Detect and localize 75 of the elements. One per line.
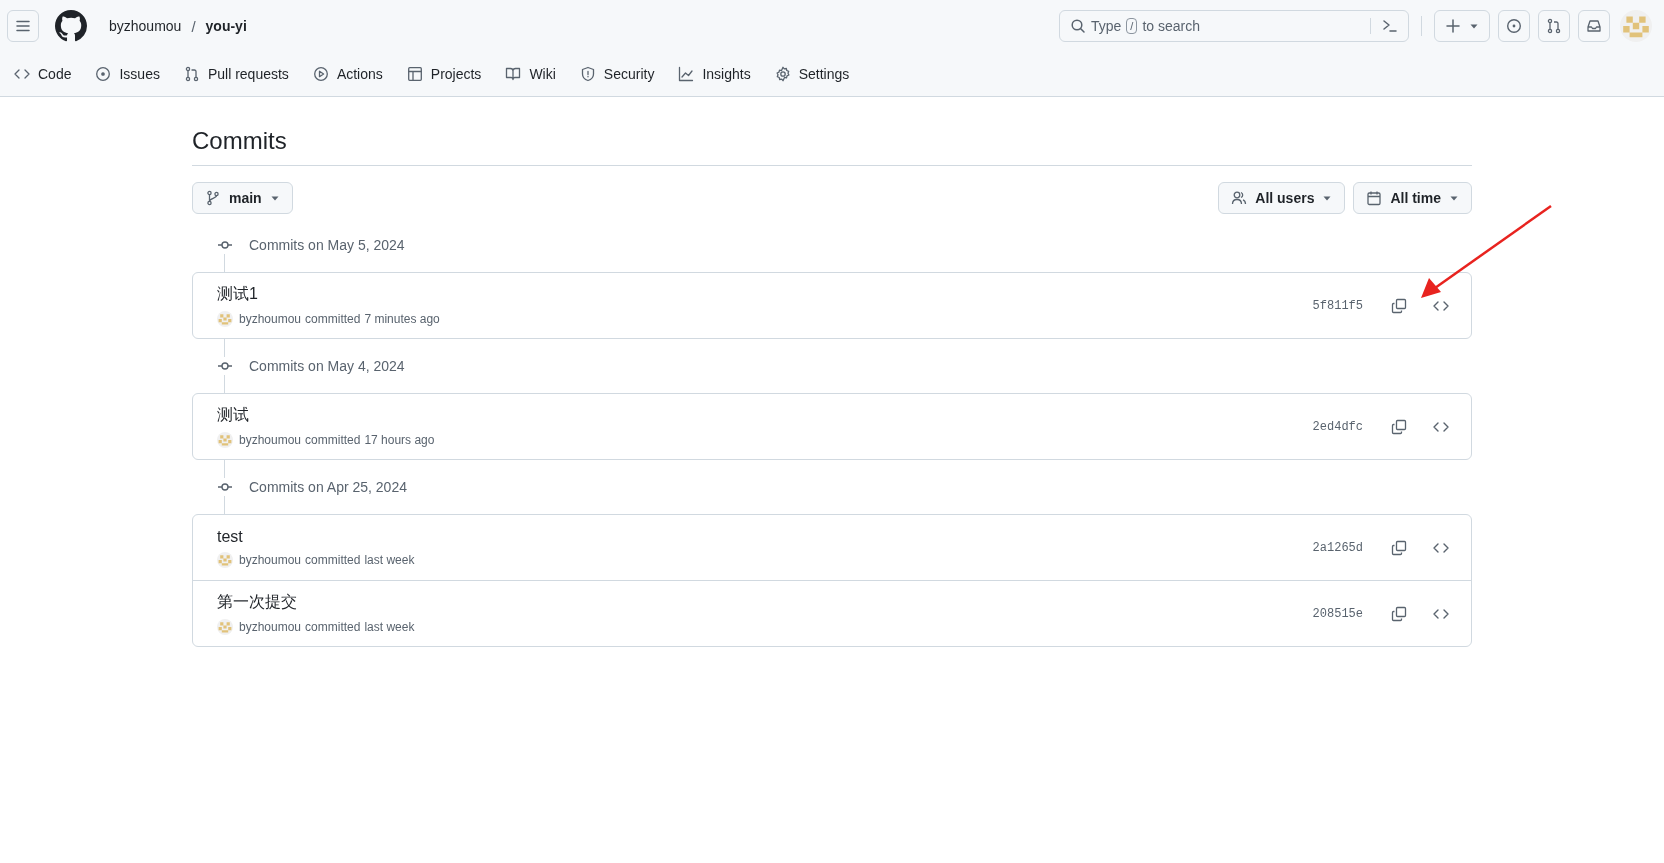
commit-time: 7 minutes ago	[364, 312, 440, 326]
repo-tab[interactable]: Actions	[304, 61, 391, 87]
avatar-icon	[217, 551, 233, 568]
repo-tab[interactable]: Issues	[87, 61, 168, 87]
commit-message[interactable]: 第一次提交	[217, 592, 1303, 613]
avatar-icon	[217, 311, 233, 327]
commit-action: committed	[305, 620, 361, 634]
copy-icon	[1391, 418, 1407, 435]
commit-time: 17 hours ago	[364, 433, 435, 447]
menu-button[interactable]	[7, 10, 39, 42]
search-placeholder: to search	[1142, 18, 1200, 34]
commit-sha-link[interactable]: 2ed4dfc	[1312, 419, 1363, 434]
avatar-icon	[217, 619, 233, 635]
repo-tab[interactable]: Projects	[398, 61, 490, 87]
date-heading: Commits on Apr 25, 2024	[249, 479, 407, 495]
time-filter-button[interactable]: All time	[1353, 182, 1472, 214]
commit-sha-link[interactable]: 5f811f5	[1312, 298, 1363, 313]
author-link[interactable]: byzhoumou	[239, 433, 302, 447]
commit-message[interactable]: 测试1	[217, 284, 1303, 305]
repo-tab[interactable]: Security	[571, 61, 663, 87]
date-heading: Commits on May 4, 2024	[249, 358, 405, 374]
book-icon	[505, 66, 522, 82]
commit-sha-link[interactable]: 208515e	[1312, 606, 1363, 621]
pull-request-icon	[183, 66, 200, 82]
cat-logo-icon[interactable]	[55, 10, 87, 42]
copy-icon	[1391, 297, 1407, 314]
pull-request-icon	[1546, 18, 1562, 34]
table-icon	[406, 66, 423, 82]
issues-button[interactable]	[1498, 10, 1530, 42]
repo-link[interactable]: you-yi	[205, 18, 247, 34]
shield-icon	[579, 66, 596, 82]
settings-icon	[774, 66, 791, 82]
pull-requests-button[interactable]	[1538, 10, 1570, 42]
path-separator: /	[191, 17, 196, 35]
page-title: Commits	[192, 127, 1472, 166]
repo-tab[interactable]: Code	[6, 61, 80, 87]
owner-link[interactable]: byzhoumou	[109, 18, 182, 34]
commit-time: last week	[364, 620, 415, 634]
repo-tab[interactable]: Settings	[766, 61, 858, 87]
play-icon	[312, 66, 329, 82]
commit-message[interactable]: 测试	[217, 405, 1303, 426]
search-icon	[1070, 18, 1086, 34]
copy-icon	[1391, 605, 1407, 622]
repo-tab[interactable]: Pull requests	[175, 61, 297, 87]
terminal-icon[interactable]	[1382, 18, 1398, 34]
commit-action: committed	[305, 312, 361, 326]
graph-icon	[678, 66, 695, 82]
create-button[interactable]	[1434, 10, 1490, 42]
commit-message[interactable]: test	[217, 527, 1303, 546]
repo-tab[interactable]: Wiki	[497, 61, 564, 87]
shortcut-key: /	[1126, 18, 1138, 34]
users-filter-button[interactable]: All users	[1218, 182, 1346, 214]
issue-icon	[95, 66, 112, 82]
people-icon	[1231, 190, 1248, 206]
calendar-icon	[1366, 190, 1383, 206]
commit-action: committed	[305, 433, 361, 447]
copy-icon	[1391, 539, 1407, 556]
branch-button[interactable]: main	[192, 182, 293, 214]
branch-icon	[205, 190, 221, 206]
repo-tab[interactable]: Insights	[670, 61, 759, 87]
commit-action: committed	[305, 552, 361, 567]
date-heading: Commits on May 5, 2024	[249, 237, 405, 253]
menu-icon	[15, 18, 31, 34]
author-link[interactable]: byzhoumou	[239, 620, 302, 634]
search-field[interactable]: Type / to search	[1059, 10, 1409, 42]
author-link[interactable]: byzhoumou	[239, 312, 302, 326]
avatar-icon	[217, 432, 233, 448]
search-placeholder: Type	[1091, 18, 1122, 34]
plus-icon	[1445, 18, 1461, 34]
author-link[interactable]: byzhoumou	[239, 552, 302, 567]
issue-icon	[1506, 18, 1522, 34]
inbox-icon	[1586, 18, 1602, 34]
commit-sha-link[interactable]: 2a1265d	[1312, 540, 1363, 555]
commit-time: last week	[364, 552, 415, 567]
inbox-button[interactable]	[1578, 10, 1610, 42]
